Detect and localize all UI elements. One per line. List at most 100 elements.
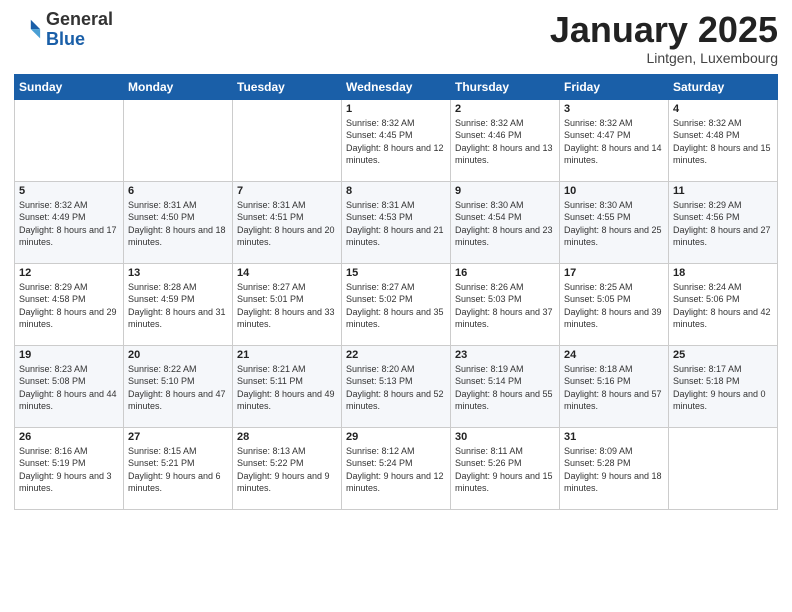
day-sunset: Sunset: 4:50 PM	[128, 212, 195, 222]
calendar-week-row-3: 19 Sunrise: 8:23 AM Sunset: 5:08 PM Dayl…	[15, 345, 778, 427]
day-daylight: Daylight: 8 hours and 18 minutes.	[128, 225, 226, 248]
day-sunrise: Sunrise: 8:13 AM	[237, 446, 306, 456]
day-daylight: Daylight: 8 hours and 27 minutes.	[673, 225, 771, 248]
day-number: 9	[455, 185, 555, 197]
day-number: 8	[346, 185, 446, 197]
day-sunset: Sunset: 4:53 PM	[346, 212, 413, 222]
day-sunset: Sunset: 4:49 PM	[19, 212, 86, 222]
calendar-day-cell: 3 Sunrise: 8:32 AM Sunset: 4:47 PM Dayli…	[560, 99, 669, 181]
day-daylight: Daylight: 8 hours and 14 minutes.	[564, 143, 662, 166]
day-sunrise: Sunrise: 8:23 AM	[19, 364, 88, 374]
day-sunrise: Sunrise: 8:18 AM	[564, 364, 633, 374]
day-sunset: Sunset: 5:05 PM	[564, 294, 631, 304]
day-sunrise: Sunrise: 8:27 AM	[346, 282, 415, 292]
location-subtitle: Lintgen, Luxembourg	[550, 50, 778, 66]
calendar-day-cell: 17 Sunrise: 8:25 AM Sunset: 5:05 PM Dayl…	[560, 263, 669, 345]
calendar-day-cell: 28 Sunrise: 8:13 AM Sunset: 5:22 PM Dayl…	[233, 427, 342, 509]
calendar-day-cell: 22 Sunrise: 8:20 AM Sunset: 5:13 PM Dayl…	[342, 345, 451, 427]
calendar-week-row-4: 26 Sunrise: 8:16 AM Sunset: 5:19 PM Dayl…	[15, 427, 778, 509]
day-sunset: Sunset: 5:26 PM	[455, 458, 522, 468]
day-number: 5	[19, 185, 119, 197]
day-daylight: Daylight: 8 hours and 13 minutes.	[455, 143, 553, 166]
day-daylight: Daylight: 8 hours and 49 minutes.	[237, 389, 335, 412]
day-sunrise: Sunrise: 8:15 AM	[128, 446, 197, 456]
day-number: 12	[19, 267, 119, 279]
day-daylight: Daylight: 9 hours and 18 minutes.	[564, 471, 662, 494]
calendar-day-cell: 24 Sunrise: 8:18 AM Sunset: 5:16 PM Dayl…	[560, 345, 669, 427]
header-sunday: Sunday	[15, 74, 124, 99]
day-number: 18	[673, 267, 773, 279]
day-sunset: Sunset: 4:55 PM	[564, 212, 631, 222]
day-number: 3	[564, 103, 664, 115]
calendar-day-cell: 7 Sunrise: 8:31 AM Sunset: 4:51 PM Dayli…	[233, 181, 342, 263]
day-daylight: Daylight: 9 hours and 0 minutes.	[673, 389, 766, 412]
day-number: 30	[455, 431, 555, 443]
logo-general-text: General	[46, 9, 113, 29]
title-block: January 2025 Lintgen, Luxembourg	[550, 10, 778, 66]
calendar-day-cell: 18 Sunrise: 8:24 AM Sunset: 5:06 PM Dayl…	[669, 263, 778, 345]
calendar-day-cell: 1 Sunrise: 8:32 AM Sunset: 4:45 PM Dayli…	[342, 99, 451, 181]
day-sunset: Sunset: 5:10 PM	[128, 376, 195, 386]
day-sunset: Sunset: 4:54 PM	[455, 212, 522, 222]
day-number: 29	[346, 431, 446, 443]
calendar-day-cell: 13 Sunrise: 8:28 AM Sunset: 4:59 PM Dayl…	[124, 263, 233, 345]
day-number: 15	[346, 267, 446, 279]
day-number: 27	[128, 431, 228, 443]
day-sunset: Sunset: 5:22 PM	[237, 458, 304, 468]
calendar-day-cell: 8 Sunrise: 8:31 AM Sunset: 4:53 PM Dayli…	[342, 181, 451, 263]
calendar-day-cell: 29 Sunrise: 8:12 AM Sunset: 5:24 PM Dayl…	[342, 427, 451, 509]
day-sunset: Sunset: 5:19 PM	[19, 458, 86, 468]
day-sunrise: Sunrise: 8:26 AM	[455, 282, 524, 292]
calendar-day-cell: 15 Sunrise: 8:27 AM Sunset: 5:02 PM Dayl…	[342, 263, 451, 345]
day-number: 11	[673, 185, 773, 197]
day-sunrise: Sunrise: 8:20 AM	[346, 364, 415, 374]
day-sunset: Sunset: 4:58 PM	[19, 294, 86, 304]
calendar-day-cell: 25 Sunrise: 8:17 AM Sunset: 5:18 PM Dayl…	[669, 345, 778, 427]
weekday-header-row: Sunday Monday Tuesday Wednesday Thursday…	[15, 74, 778, 99]
day-sunset: Sunset: 5:01 PM	[237, 294, 304, 304]
day-number: 10	[564, 185, 664, 197]
day-sunset: Sunset: 5:11 PM	[237, 376, 303, 386]
day-daylight: Daylight: 8 hours and 42 minutes.	[673, 307, 771, 330]
day-sunrise: Sunrise: 8:32 AM	[346, 118, 415, 128]
header: General Blue January 2025 Lintgen, Luxem…	[14, 10, 778, 66]
day-number: 2	[455, 103, 555, 115]
day-number: 17	[564, 267, 664, 279]
day-daylight: Daylight: 9 hours and 6 minutes.	[128, 471, 221, 494]
calendar-day-cell	[15, 99, 124, 181]
day-daylight: Daylight: 8 hours and 12 minutes.	[346, 143, 444, 166]
day-daylight: Daylight: 8 hours and 57 minutes.	[564, 389, 662, 412]
calendar-week-row-2: 12 Sunrise: 8:29 AM Sunset: 4:58 PM Dayl…	[15, 263, 778, 345]
calendar-table: Sunday Monday Tuesday Wednesday Thursday…	[14, 74, 778, 510]
calendar-day-cell	[124, 99, 233, 181]
day-number: 13	[128, 267, 228, 279]
day-sunrise: Sunrise: 8:19 AM	[455, 364, 524, 374]
day-daylight: Daylight: 9 hours and 9 minutes.	[237, 471, 330, 494]
day-number: 21	[237, 349, 337, 361]
day-sunrise: Sunrise: 8:11 AM	[455, 446, 523, 456]
month-title: January 2025	[550, 10, 778, 50]
calendar-day-cell: 11 Sunrise: 8:29 AM Sunset: 4:56 PM Dayl…	[669, 181, 778, 263]
calendar-week-row-0: 1 Sunrise: 8:32 AM Sunset: 4:45 PM Dayli…	[15, 99, 778, 181]
day-sunrise: Sunrise: 8:28 AM	[128, 282, 197, 292]
day-daylight: Daylight: 8 hours and 17 minutes.	[19, 225, 117, 248]
calendar-day-cell: 12 Sunrise: 8:29 AM Sunset: 4:58 PM Dayl…	[15, 263, 124, 345]
day-daylight: Daylight: 8 hours and 55 minutes.	[455, 389, 553, 412]
day-sunrise: Sunrise: 8:17 AM	[673, 364, 742, 374]
day-sunset: Sunset: 4:51 PM	[237, 212, 304, 222]
day-sunrise: Sunrise: 8:29 AM	[19, 282, 88, 292]
day-number: 23	[455, 349, 555, 361]
day-number: 24	[564, 349, 664, 361]
day-sunrise: Sunrise: 8:27 AM	[237, 282, 306, 292]
day-number: 22	[346, 349, 446, 361]
day-sunrise: Sunrise: 8:32 AM	[19, 200, 88, 210]
day-sunset: Sunset: 5:02 PM	[346, 294, 413, 304]
day-daylight: Daylight: 8 hours and 39 minutes.	[564, 307, 662, 330]
header-monday: Monday	[124, 74, 233, 99]
day-sunset: Sunset: 5:14 PM	[455, 376, 522, 386]
calendar-day-cell: 16 Sunrise: 8:26 AM Sunset: 5:03 PM Dayl…	[451, 263, 560, 345]
day-number: 26	[19, 431, 119, 443]
day-daylight: Daylight: 8 hours and 35 minutes.	[346, 307, 444, 330]
day-number: 14	[237, 267, 337, 279]
logo-icon	[14, 16, 42, 44]
